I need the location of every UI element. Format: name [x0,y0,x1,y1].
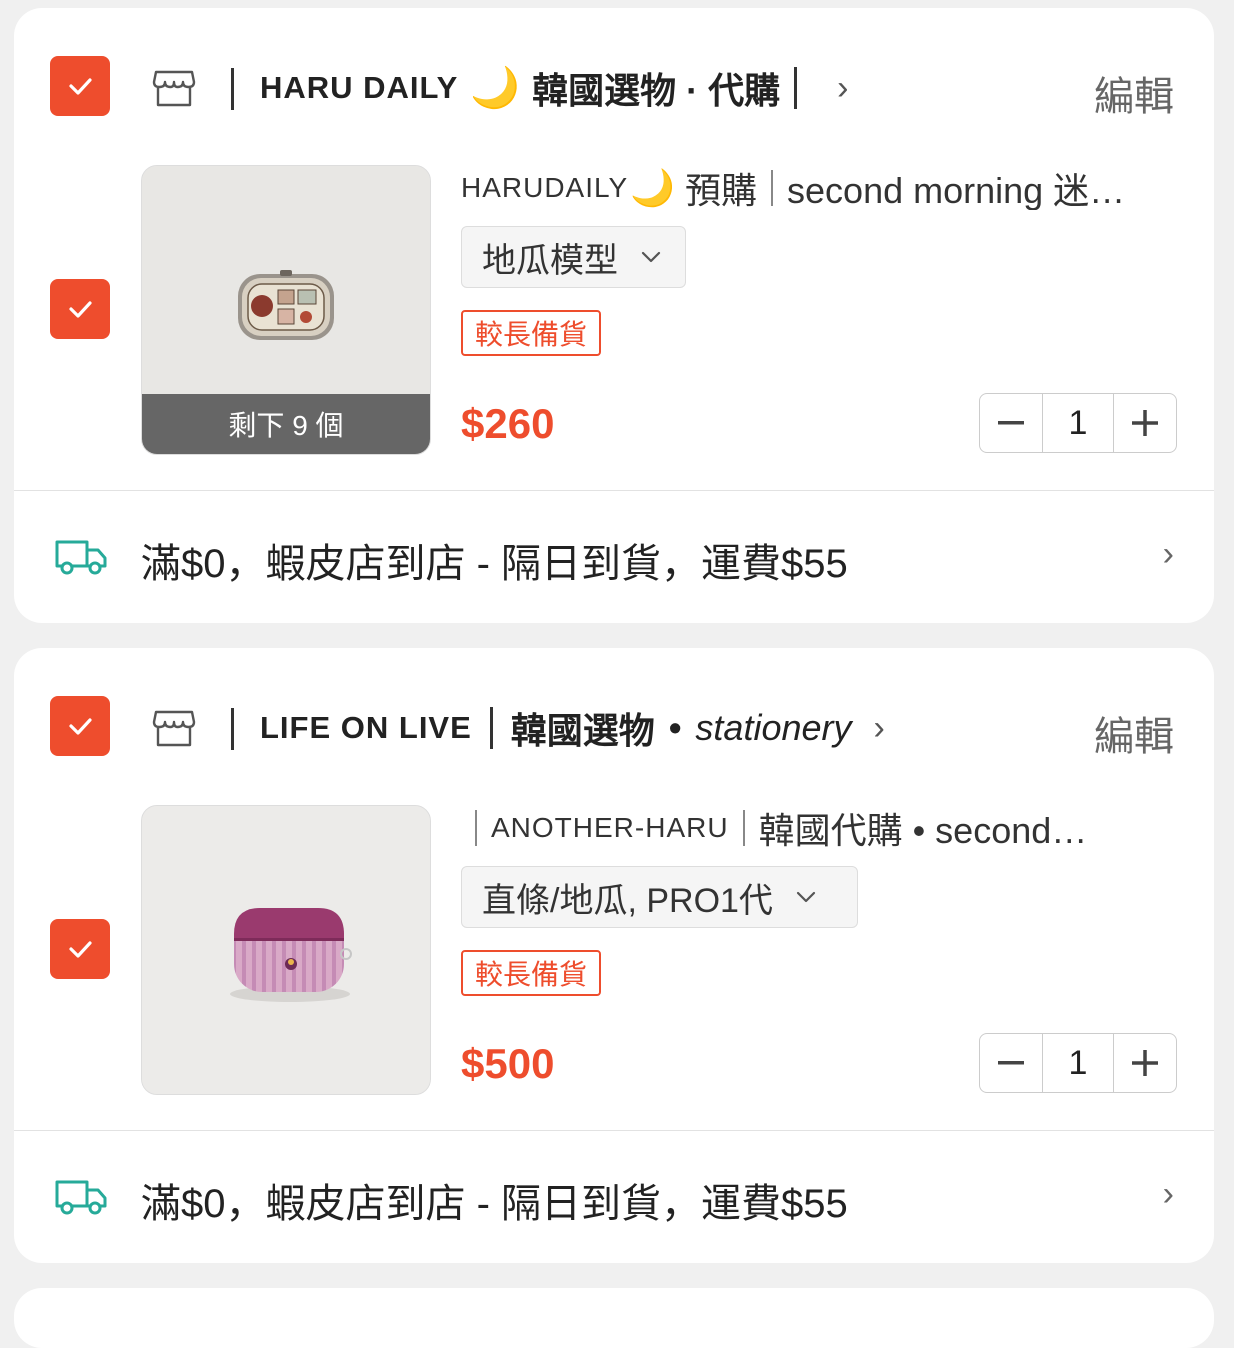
chevron-right-icon: › [1162,535,1174,573]
shop-card: LIFE ON LIVE 韓國選物 • stationery › 編輯 ANOT… [14,648,1214,1263]
shop-card: HARU DAILY 🌙 韓國選物 · 代購 › 編輯 剩下 9 個 HARUD… [14,8,1214,623]
product-title-brand: HARUDAILY [461,172,629,203]
chevron-right-icon: › [1162,1175,1174,1213]
shop-name-cjk: 韓國選物 · 代購 [532,70,781,111]
check-icon [69,301,92,318]
shipping-text: 滿$0，蝦皮店到店 - 隔日到貨，運費$55 [141,542,848,586]
product-title-tail: 韓國代購 • second… [758,810,1088,850]
stock-remaining-label: 剩下 9 個 [142,394,430,454]
header-divider [231,708,234,750]
shop-checkbox[interactable] [50,696,110,756]
shop-header: HARU DAILY 🌙 韓國選物 · 代購 › 編輯 [14,8,1214,158]
increase-button[interactable] [1114,1034,1176,1092]
chevron-right-icon: › [837,68,849,107]
shop-name-latin: LIFE ON LIVE [260,710,472,745]
minus-icon [998,1061,1024,1065]
product-checkbox[interactable] [50,279,110,339]
decrease-button[interactable] [980,1034,1042,1092]
shop-name-separator [794,67,798,109]
shop-header: LIFE ON LIVE 韓國選物 • stationery › 編輯 [14,648,1214,798]
product-image[interactable]: 剩下 9 個 [141,165,431,455]
plus-icon [1132,1050,1158,1076]
quantity-stepper: 1 [979,1033,1177,1093]
variant-selector[interactable]: 直條/地瓜, PRO1代 [461,866,858,928]
product-title-tail: second morning 迷… [787,170,1126,210]
title-separator [475,810,477,846]
variant-label: 地瓜模型 [482,241,618,280]
shop-name-separator [489,707,493,749]
check-icon [69,718,92,735]
shipping-option[interactable]: 滿$0，蝦皮店到店 - 隔日到貨，運費$55 › [14,491,1214,623]
airpods-case-image [142,806,430,1094]
shop-name[interactable]: HARU DAILY 🌙 韓國選物 · 代購 › [260,60,848,116]
title-separator [742,810,745,846]
moon-emoji: 🌙 [470,66,521,110]
store-icon [152,710,196,747]
product-price: $500 [461,1040,555,1087]
chevron-down-icon [640,244,662,270]
title-separator [771,170,774,206]
shipping-text: 滿$0，蝦皮店到店 - 隔日到貨，運費$55 [141,1182,848,1226]
product-title[interactable]: HARUDAILY 🌙 預購 second morning 迷… [461,166,1181,210]
product-image[interactable] [141,805,431,1095]
product-price: $260 [461,400,555,447]
shop-name[interactable]: LIFE ON LIVE 韓國選物 • stationery › [260,700,885,756]
variant-selector[interactable]: 地瓜模型 [461,226,686,288]
shipping-option[interactable]: 滿$0，蝦皮店到店 - 隔日到貨，運費$55 › [14,1131,1214,1263]
quantity-stepper: 1 [979,393,1177,453]
long-prep-badge: 較長備貨 [461,310,602,356]
increase-button[interactable] [1114,394,1176,452]
quantity-input[interactable]: 1 [1042,1034,1114,1092]
header-divider [231,68,234,110]
store-icon [152,70,196,107]
shop-name-latin: HARU DAILY [260,70,459,105]
product-checkbox[interactable] [50,919,110,979]
truck-icon [55,540,107,575]
moon-emoji: 🌙 [630,167,676,208]
shop-card-partial [14,1288,1214,1348]
product-title-tag: 預購 [685,170,758,210]
truck-icon [55,1180,107,1215]
check-icon [69,941,92,958]
decrease-button[interactable] [980,394,1042,452]
shop-name-dot: • [668,707,682,748]
minus-icon [998,421,1024,425]
chevron-down-icon [795,884,817,910]
variant-label: 直條/地瓜, PRO1代 [482,881,773,920]
chevron-right-icon: › [873,708,885,747]
shop-name-italic: stationery [695,707,852,748]
edit-button[interactable]: 編輯 [1094,64,1174,122]
shop-name-cjk: 韓國選物 [510,710,655,751]
quantity-input[interactable]: 1 [1042,394,1114,452]
product-title[interactable]: ANOTHER-HARU 韓國代購 • second… [461,806,1181,850]
plus-icon [1132,410,1158,436]
shop-checkbox[interactable] [50,56,110,116]
product-title-brand: ANOTHER-HARU [491,812,729,843]
check-icon [69,78,92,95]
edit-button[interactable]: 編輯 [1094,704,1174,762]
long-prep-badge: 較長備貨 [461,950,602,996]
